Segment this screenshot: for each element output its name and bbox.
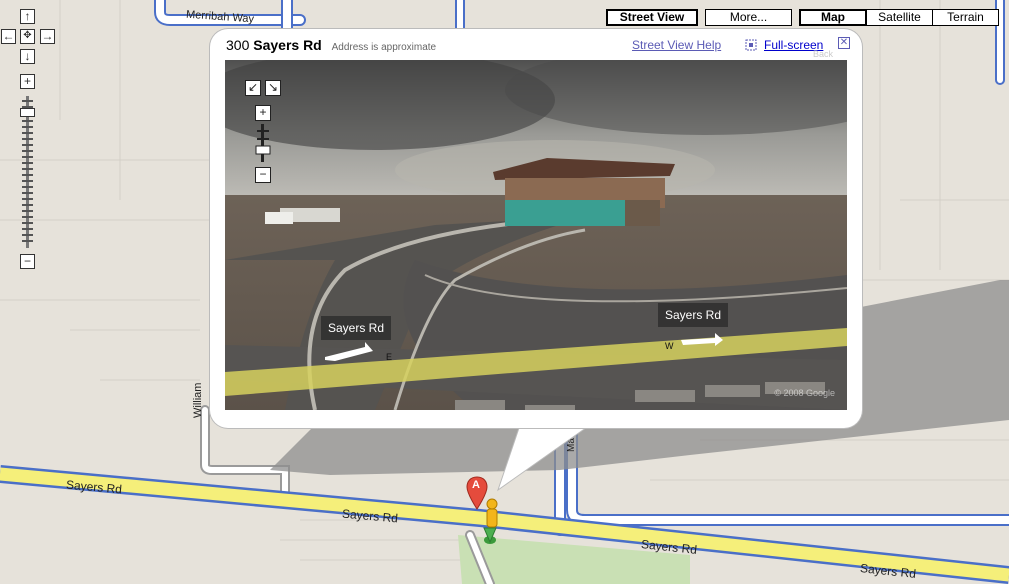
pano-road-tag-west[interactable]: Sayers Rd <box>658 303 729 327</box>
address-street: Sayers Rd <box>253 37 322 53</box>
nav-sw-button[interactable]: ↙ <box>245 80 261 96</box>
bubble-title: 300 Sayers Rd Address is approximate <box>226 37 436 53</box>
close-bubble-button[interactable]: ✕ <box>838 37 850 49</box>
pano-direction-w: W <box>665 341 674 351</box>
street-view-help-link[interactable]: Street View Help <box>632 38 721 52</box>
street-view-bubble: 300 Sayers Rd Address is approximate Str… <box>210 29 862 428</box>
pano-zoom-in-button[interactable]: + <box>255 105 271 121</box>
panorama-image <box>225 60 847 410</box>
address-number: 300 <box>226 37 250 53</box>
pano-copyright: © 2008 Google <box>774 388 835 398</box>
pegman-back-label: Back <box>813 49 834 59</box>
nav-se-button[interactable]: ↘ <box>265 80 281 96</box>
address-approx-note: Address is approximate <box>331 42 437 53</box>
pano-zoom-out-button[interactable]: − <box>255 167 271 183</box>
pano-direction-e: E <box>386 352 393 362</box>
pano-zoom-slider[interactable] <box>255 124 271 162</box>
fullscreen-icon[interactable] <box>745 39 757 51</box>
street-view-panorama[interactable]: ↙ ↘ + − Sayers Rd Sayers Rd E W © 2008 G… <box>225 60 847 410</box>
pano-road-tag-east[interactable]: Sayers Rd <box>321 316 392 340</box>
